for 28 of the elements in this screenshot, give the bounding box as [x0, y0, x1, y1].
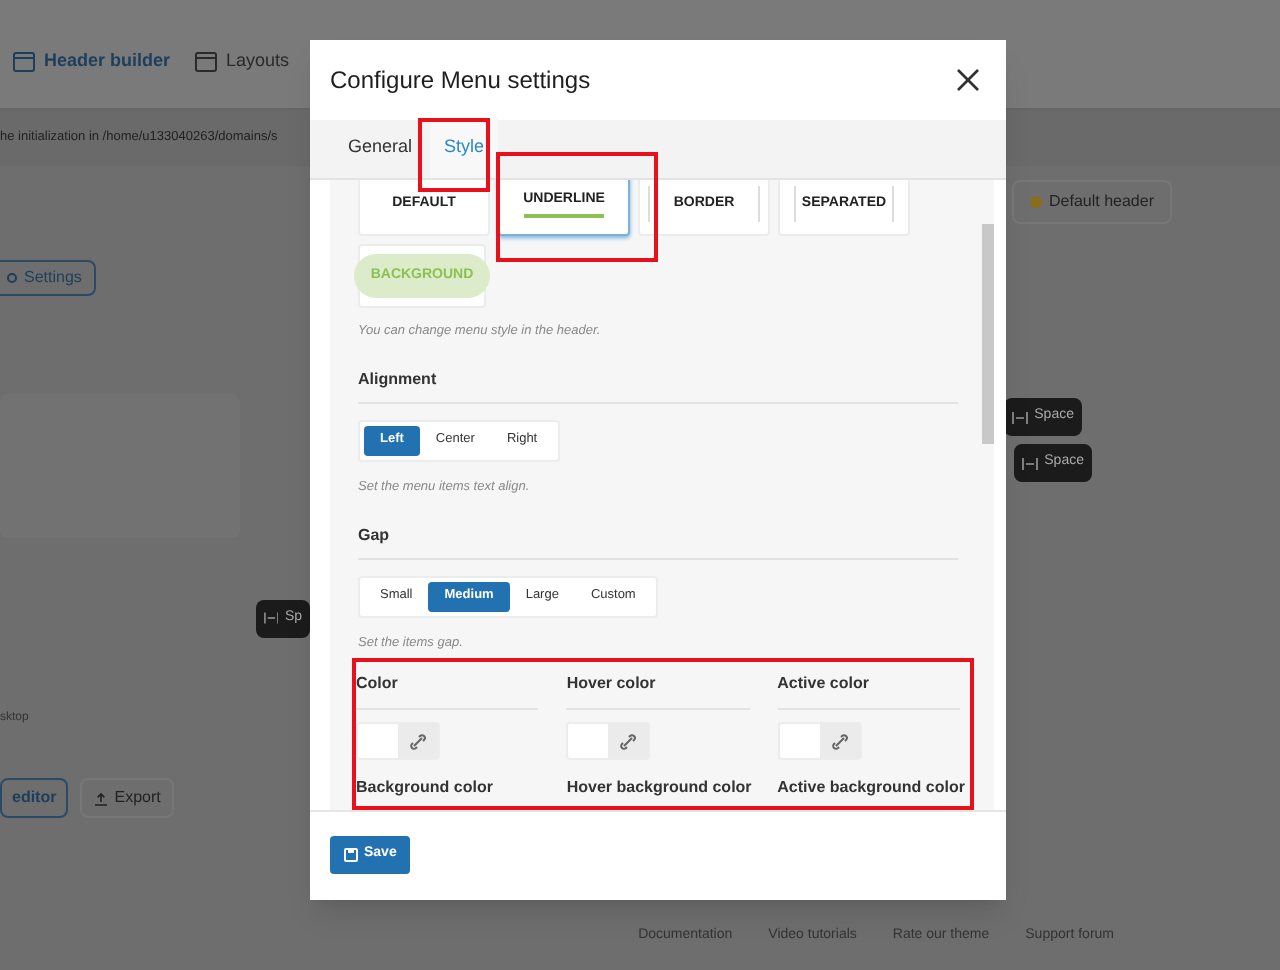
space-icon	[1022, 457, 1039, 469]
color-label: Active color	[777, 672, 960, 711]
default-header-button[interactable]: Default header	[1011, 180, 1172, 224]
link-icon	[398, 724, 438, 759]
color-label: Active background color	[777, 776, 960, 801]
toolbar-tab[interactable]: Layouts	[194, 39, 290, 83]
color-label: Hover background color	[566, 776, 750, 801]
upload-icon	[94, 791, 109, 805]
color-label: Color	[356, 672, 539, 711]
close-icon	[956, 68, 980, 92]
section-heading: Alignment	[358, 367, 958, 404]
color-label: Hover color	[566, 672, 750, 711]
dialog-tab[interactable]: General	[334, 118, 427, 178]
export-button[interactable]: Export	[80, 778, 175, 818]
color-label: Background color	[356, 776, 495, 801]
section-heading: Gap	[358, 523, 958, 559]
close-button[interactable]	[956, 68, 980, 92]
window-icon	[12, 49, 36, 73]
dialog-title: Configure Menu settings	[330, 64, 591, 98]
color-picker[interactable]	[777, 722, 862, 761]
highlight-frame	[418, 118, 490, 192]
space-icon	[1012, 411, 1029, 423]
color-picker[interactable]	[566, 722, 651, 761]
link-icon	[819, 724, 860, 759]
space-icon	[264, 612, 279, 624]
scrollbar-thumb[interactable]	[982, 224, 994, 444]
link-icon	[608, 724, 649, 759]
color-picker[interactable]	[356, 722, 440, 761]
